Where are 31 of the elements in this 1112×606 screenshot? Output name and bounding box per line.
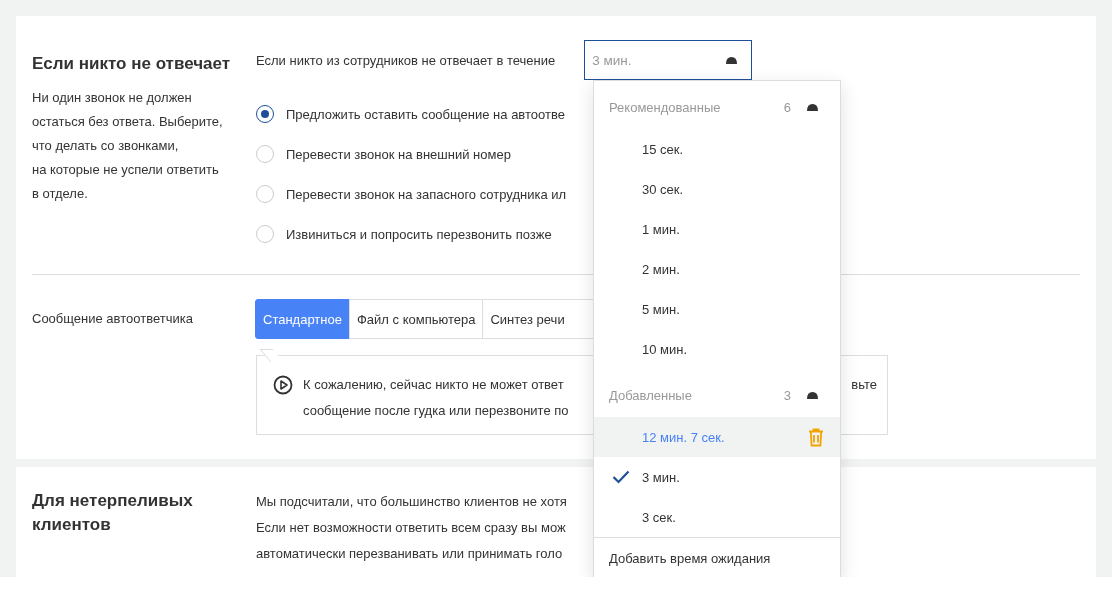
radio-label: Перевести звонок на внешний номер: [286, 146, 511, 162]
add-timeout-button[interactable]: Добавить время ожидания: [594, 537, 840, 577]
caret-up-icon[interactable]: [807, 391, 818, 399]
caret-up-icon[interactable]: [726, 56, 738, 64]
section-description: Ни один звонок не должен остаться без ответа. Выберите, что делать со звонками, на которые не успели ответить в отделе.: [32, 89, 224, 203]
section-title: Для нетерпеливых клиентов: [32, 490, 194, 536]
group-title: Рекомендованные: [609, 99, 722, 115]
dropdown-item[interactable]: 10 мин.: [594, 329, 840, 369]
dropdown-item[interactable]: 15 сек.: [594, 129, 840, 169]
dropdown-item[interactable]: 5 мин.: [594, 289, 840, 329]
section-text: Мы подсчитали, что большинство клиентов не хотя Если нет возможности ответить всем сразу вы мож автоматически перезванивать или принимать голо: [256, 493, 567, 563]
dropdown-item[interactable]: 2 мин.: [594, 249, 840, 289]
group-count: 3: [783, 387, 791, 403]
radio-label: Извиниться и попросить перезвонить позже: [286, 226, 552, 242]
radio-label: Перевести звонок на запасного сотрудника ил: [286, 186, 567, 202]
radio-label: Предложить оставить сообщение на автоотве: [286, 106, 565, 122]
tab[interactable]: Стандартное: [255, 299, 350, 339]
section-title: Если никто не отвечает: [32, 53, 232, 75]
group-title: Добавленные: [609, 387, 693, 403]
message-text: вьте: [851, 376, 877, 394]
play-icon[interactable]: [273, 375, 293, 395]
field-label: Сообщение автоответчика: [32, 310, 194, 328]
group-count: 6: [783, 99, 791, 115]
caret-up-icon[interactable]: [807, 103, 818, 111]
tab[interactable]: Файл с компьютера: [348, 299, 484, 339]
dropdown-item[interactable]: 3 сек.: [594, 497, 840, 537]
dropdown-item[interactable]: 1 мин.: [594, 209, 840, 249]
dropdown-item[interactable]: 3 мин.: [594, 457, 840, 497]
message-text: К сожалению, сейчас никто не может ответ сообщение после гудка или перезвоните по: [303, 376, 569, 420]
dropdown-item[interactable]: 30 сек.: [594, 169, 840, 209]
timeout-label: Если никто из сотрудников не отвечает в течение: [256, 52, 556, 68]
